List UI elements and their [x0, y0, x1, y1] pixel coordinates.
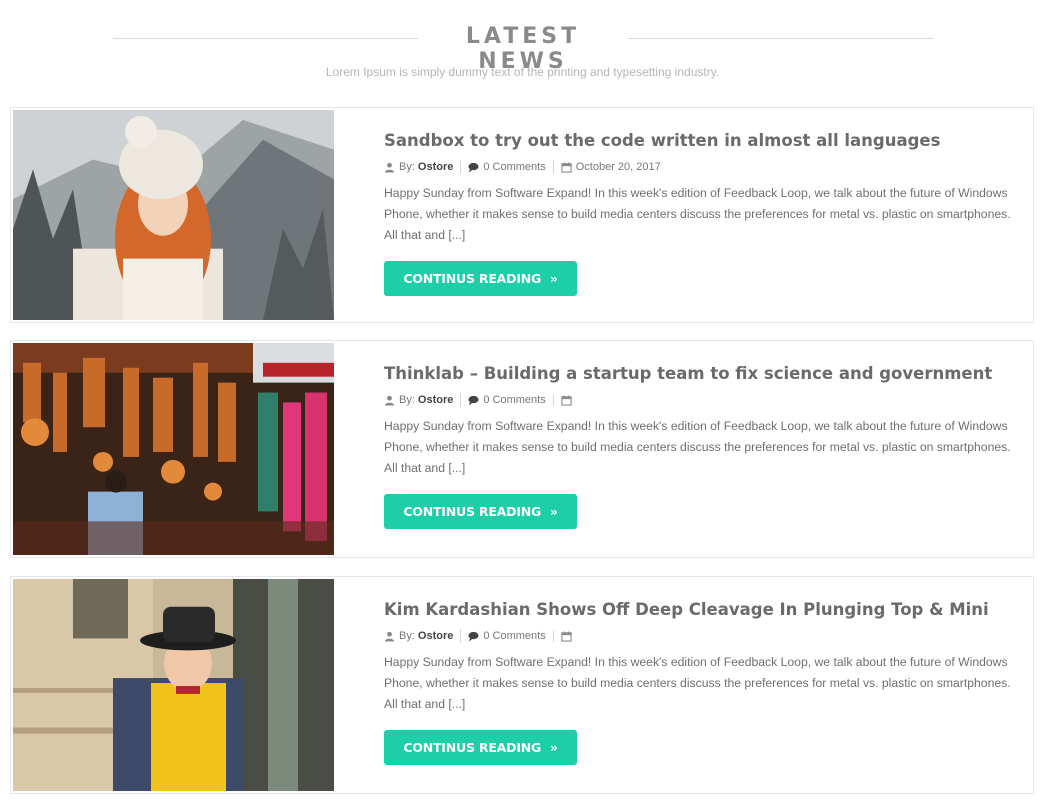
user-icon [384, 395, 395, 406]
user-icon [384, 162, 395, 173]
continue-reading-button[interactable]: CONTINUS READING » [384, 494, 577, 529]
button-label: CONTINUS READING [403, 504, 542, 519]
post-author: By: Ostore [384, 160, 460, 174]
winter-girl-image [13, 110, 334, 320]
author-name[interactable]: Ostore [418, 160, 453, 174]
post-date [552, 630, 583, 642]
post-thumbnail-boy-hat[interactable] [13, 579, 334, 791]
news-card: Sandbox to try out the code written in a… [10, 107, 1034, 323]
section-subtitle: Lorem Ipsum is simply dummy text of the … [325, 65, 720, 79]
post-date: October 20, 2017 [552, 160, 668, 174]
boy-hat-image [13, 579, 334, 791]
comments-count: 0 Comments [483, 161, 546, 173]
button-label: CONTINUS READING [403, 740, 542, 755]
post-meta: By: Ostore 0 Comments October 20, 2017 [384, 160, 1013, 174]
comment-icon [468, 395, 479, 406]
post-author: By: Ostore [384, 393, 460, 407]
post-title[interactable]: Sandbox to try out the code written in a… [384, 131, 1013, 150]
calendar-icon [561, 630, 572, 642]
post-comments[interactable]: 0 Comments [460, 393, 552, 407]
comments-count: 0 Comments [483, 394, 546, 406]
calendar-icon [561, 161, 572, 173]
continue-reading-button[interactable]: CONTINUS READING » [384, 730, 577, 765]
market-stall-image [13, 343, 334, 555]
comment-icon [468, 631, 479, 642]
post-author: By: Ostore [384, 629, 460, 643]
section-header: LATEST NEWS Lorem Ipsum is simply dummy … [0, 0, 1061, 100]
double-chevron-right-icon: » [550, 504, 558, 519]
post-thumbnail-winter-girl[interactable] [13, 110, 334, 320]
author-name[interactable]: Ostore [418, 629, 453, 643]
post-title[interactable]: Kim Kardashian Shows Off Deep Cleavage I… [384, 600, 1013, 619]
author-name[interactable]: Ostore [418, 393, 453, 407]
double-chevron-right-icon: » [550, 271, 558, 286]
post-date [552, 394, 583, 406]
header-divider-left [113, 38, 418, 39]
post-excerpt: Happy Sunday from Software Expand! In th… [384, 419, 1011, 475]
post-comments[interactable]: 0 Comments [460, 160, 552, 174]
post-meta: By: Ostore 0 Comments [384, 393, 1013, 407]
calendar-icon [561, 394, 572, 406]
post-title[interactable]: Thinklab – Building a startup team to fi… [384, 364, 1013, 383]
date-text: October 20, 2017 [575, 161, 661, 173]
news-card: Thinklab – Building a startup team to fi… [10, 340, 1034, 558]
comments-count: 0 Comments [483, 630, 546, 642]
button-label: CONTINUS READING [403, 271, 542, 286]
comment-icon [468, 162, 479, 173]
post-excerpt: Happy Sunday from Software Expand! In th… [384, 186, 1011, 242]
by-label: By: [399, 630, 415, 642]
by-label: By: [399, 161, 415, 173]
user-icon [384, 631, 395, 642]
double-chevron-right-icon: » [550, 740, 558, 755]
news-card: Kim Kardashian Shows Off Deep Cleavage I… [10, 576, 1034, 794]
post-thumbnail-market-stall[interactable] [13, 343, 334, 555]
continue-reading-button[interactable]: CONTINUS READING » [384, 261, 577, 296]
by-label: By: [399, 394, 415, 406]
post-meta: By: Ostore 0 Comments [384, 629, 1013, 643]
post-excerpt: Happy Sunday from Software Expand! In th… [384, 655, 1011, 711]
header-divider-right [628, 38, 933, 39]
post-comments[interactable]: 0 Comments [460, 629, 552, 643]
